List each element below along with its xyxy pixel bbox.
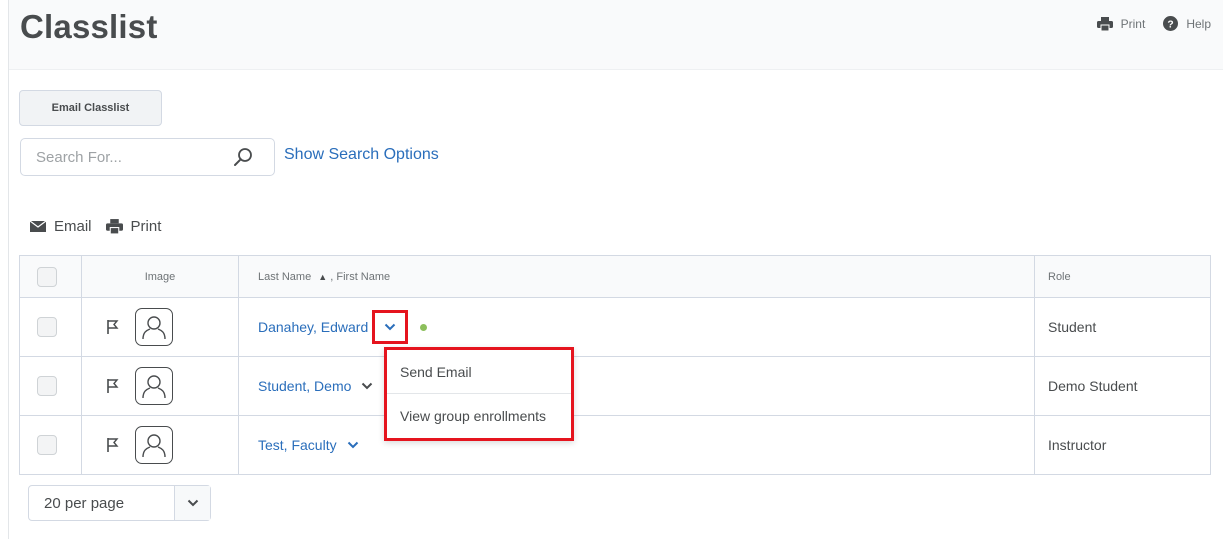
row-checkbox[interactable] — [37, 317, 57, 337]
classlist-table: Image Last Name ▲ , First Name Role Dana… — [19, 255, 1211, 475]
user-context-menu: Send Email View group enrollments — [384, 347, 574, 441]
header-band — [9, 0, 1223, 70]
chevron-down-icon — [385, 323, 396, 331]
page-title: Classlist — [20, 8, 158, 45]
chevron-down-icon — [362, 382, 373, 390]
table-row: Test, Faculty Instructor — [19, 415, 1211, 475]
table-row: Danahey, Edward Student — [19, 297, 1211, 357]
row-name-cell: Student, Demo — [238, 356, 1035, 416]
row-select-cell — [19, 356, 82, 416]
row-select-cell — [19, 415, 82, 475]
role-column-header: Role — [1034, 255, 1211, 298]
search-icon[interactable] — [232, 146, 254, 168]
bulk-actions: Email Print — [30, 218, 175, 235]
last-name-sort-link[interactable]: Last Name — [258, 271, 311, 283]
row-select-cell — [19, 297, 82, 357]
print-link[interactable]: Print — [1096, 16, 1146, 31]
user-actions-dropdown[interactable] — [372, 310, 409, 344]
row-image-cell — [81, 356, 239, 416]
row-checkbox[interactable] — [37, 376, 57, 396]
online-status-indicator — [420, 323, 428, 331]
help-icon: ? — [1163, 16, 1179, 31]
image-column-header: Image — [81, 255, 239, 298]
search-box — [20, 138, 275, 176]
help-link-label: Help — [1186, 16, 1211, 31]
svg-text:?: ? — [1168, 19, 1174, 30]
page-size-toggle[interactable] — [174, 486, 210, 520]
user-avatar-icon — [135, 426, 173, 464]
flag-icon[interactable] — [106, 437, 120, 453]
print-action-label: Print — [130, 218, 162, 235]
user-name-link[interactable]: Student, Demo — [258, 378, 351, 394]
user-actions-dropdown[interactable] — [343, 435, 363, 455]
user-avatar-icon — [135, 308, 173, 346]
print-link-label: Print — [1120, 16, 1146, 31]
envelope-icon — [30, 221, 46, 232]
print-action[interactable]: Print — [105, 218, 162, 235]
printer-icon — [1096, 16, 1113, 31]
row-checkbox[interactable] — [37, 435, 57, 455]
printer-icon — [105, 219, 123, 234]
user-avatar-icon — [135, 367, 173, 405]
chevron-down-icon — [187, 499, 198, 507]
view-group-enrollments-menu-item[interactable]: View group enrollments — [387, 394, 571, 438]
first-name-sort-link[interactable]: , First Name — [330, 271, 390, 283]
page-size-select[interactable]: 20 per page — [28, 485, 211, 521]
show-search-options-link[interactable]: Show Search Options — [284, 146, 439, 164]
email-action-label: Email — [54, 218, 92, 235]
email-action[interactable]: Email — [30, 218, 92, 235]
row-role-cell: Student — [1034, 297, 1211, 357]
row-image-cell — [81, 297, 239, 357]
sort-ascending-icon: ▲ — [318, 271, 328, 282]
chevron-down-icon — [347, 441, 358, 449]
row-name-cell: Test, Faculty — [238, 415, 1035, 475]
send-email-menu-item[interactable]: Send Email — [387, 350, 571, 394]
user-actions-dropdown[interactable] — [357, 376, 377, 396]
user-name-link[interactable]: Danahey, Edward — [258, 319, 368, 335]
table-row: Student, Demo Demo Student — [19, 356, 1211, 416]
row-role-cell: Demo Student — [1034, 356, 1211, 416]
top-links: Print ? Help — [1079, 16, 1211, 31]
table-header-row: Image Last Name ▲ , First Name Role — [19, 255, 1211, 298]
flag-icon[interactable] — [106, 378, 120, 394]
search-input[interactable] — [21, 139, 226, 175]
name-column-header: Last Name ▲ , First Name — [238, 255, 1035, 298]
select-all-cell — [19, 255, 82, 298]
select-all-checkbox[interactable] — [37, 266, 57, 287]
page-size-value: 20 per page — [44, 494, 125, 512]
row-image-cell — [81, 415, 239, 475]
user-name-link[interactable]: Test, Faculty — [258, 437, 337, 453]
row-name-cell: Danahey, Edward — [238, 297, 1035, 357]
row-role-cell: Instructor — [1034, 415, 1211, 475]
email-classlist-button[interactable]: Email Classlist — [19, 90, 162, 126]
flag-icon[interactable] — [106, 319, 120, 335]
help-link[interactable]: ? Help — [1163, 16, 1211, 31]
